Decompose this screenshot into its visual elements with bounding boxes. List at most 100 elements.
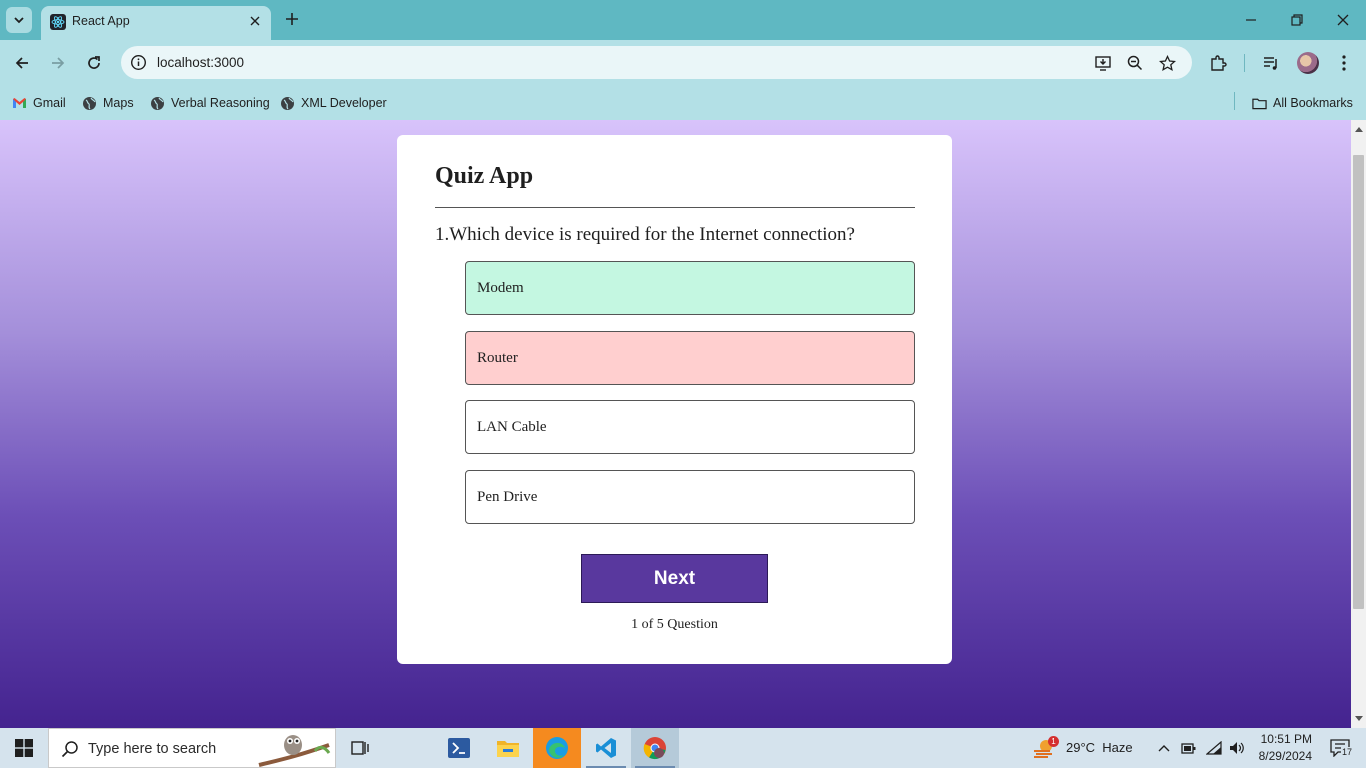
- globe-icon: [280, 96, 295, 111]
- bookmarks-bar: Gmail Maps Verbal Reasoning XML Develope…: [0, 86, 1366, 120]
- battery-icon: [1181, 743, 1196, 754]
- close-icon: [1337, 14, 1349, 26]
- page-scrollbar[interactable]: [1351, 120, 1366, 728]
- reload-button[interactable]: [81, 50, 107, 76]
- title-divider: [435, 207, 915, 208]
- scrollbar-thumb[interactable]: [1353, 155, 1364, 609]
- forward-button[interactable]: [45, 50, 71, 76]
- task-view-icon: [351, 741, 369, 755]
- file-explorer-app[interactable]: [484, 728, 532, 768]
- battery-status[interactable]: [1178, 728, 1200, 768]
- media-control-button[interactable]: [1260, 52, 1282, 74]
- plus-icon: [286, 13, 298, 25]
- next-button[interactable]: Next: [581, 554, 768, 603]
- playlist-icon: [1264, 57, 1277, 70]
- powershell-icon: [448, 738, 470, 758]
- back-arrow-icon: [15, 57, 28, 69]
- option-modem[interactable]: Modem: [465, 261, 915, 315]
- close-window-button[interactable]: [1331, 8, 1355, 32]
- vscode-app[interactable]: [582, 728, 630, 768]
- bookmark-verbal-reasoning[interactable]: Verbal Reasoning: [150, 93, 270, 113]
- zoom-out-icon: [1127, 55, 1143, 71]
- notification-center-button[interactable]: 17: [1320, 728, 1360, 768]
- vscode-icon: [596, 738, 616, 758]
- quiz-title: Quiz App: [435, 163, 534, 189]
- volume-control[interactable]: [1226, 728, 1248, 768]
- new-tab-button[interactable]: [281, 8, 303, 30]
- chrome-app[interactable]: [631, 728, 679, 768]
- extensions-button[interactable]: [1207, 52, 1229, 74]
- close-icon: [250, 16, 260, 26]
- option-pen-drive[interactable]: Pen Drive: [465, 470, 915, 524]
- taskbar-clock[interactable]: 10:51 PM 8/29/2024: [1250, 731, 1312, 765]
- option-label: Modem: [477, 279, 524, 296]
- question-progress: 1 of 5 Question: [631, 617, 718, 632]
- network-status[interactable]: [1203, 728, 1225, 768]
- weather-text[interactable]: 29°C Haze: [1066, 740, 1133, 755]
- puzzle-icon: [1211, 55, 1227, 71]
- tab-title: React App: [72, 14, 130, 28]
- tab-close-button[interactable]: [247, 13, 263, 29]
- option-label: LAN Cable: [477, 418, 547, 435]
- browser-tab[interactable]: React App: [41, 6, 271, 40]
- page-viewport: Quiz App 1.Which device is required for …: [0, 120, 1351, 728]
- powershell-app[interactable]: [435, 728, 483, 768]
- speaker-icon: [1230, 742, 1244, 754]
- scroll-up-arrow-icon[interactable]: [1354, 124, 1363, 133]
- bookmark-gmail[interactable]: Gmail: [12, 93, 66, 113]
- question-text: 1.Which device is required for the Inter…: [435, 224, 855, 245]
- bookmark-xml-developer[interactable]: XML Developer: [280, 93, 387, 113]
- windows-logo-icon: [15, 739, 33, 757]
- globe-icon: [82, 96, 97, 111]
- all-bookmarks-label: All Bookmarks: [1273, 96, 1353, 110]
- gmail-icon: [12, 96, 27, 111]
- tab-strip: React App: [0, 0, 1366, 40]
- tab-search-button[interactable]: [6, 7, 32, 33]
- weather-widget[interactable]: 1: [1024, 728, 1064, 768]
- search-placeholder: Type here to search: [88, 741, 217, 757]
- back-button[interactable]: [9, 50, 35, 76]
- edge-icon: [546, 737, 568, 759]
- browser-menu-button[interactable]: [1333, 52, 1355, 74]
- chrome-icon: [643, 737, 666, 760]
- search-highlight-illustration: [258, 735, 331, 767]
- site-info-icon[interactable]: [130, 54, 147, 71]
- reload-icon: [88, 56, 100, 69]
- taskbar-search[interactable]: Type here to search: [48, 728, 336, 768]
- bookmark-maps[interactable]: Maps: [82, 93, 134, 113]
- profile-avatar[interactable]: [1297, 52, 1319, 74]
- weather-alert-badge: 1: [1048, 736, 1059, 747]
- start-button[interactable]: [0, 728, 48, 768]
- clock-time: 10:51 PM: [1260, 732, 1312, 746]
- task-view-button[interactable]: [336, 728, 384, 768]
- react-icon: [50, 14, 66, 30]
- all-bookmarks-button[interactable]: All Bookmarks: [1252, 93, 1353, 113]
- install-icon: [1095, 56, 1111, 71]
- chevron-up-icon: [1158, 745, 1170, 752]
- notification-count: 17: [1341, 747, 1354, 757]
- restore-icon: [1291, 14, 1303, 26]
- bookmark-star-button[interactable]: [1157, 53, 1177, 73]
- bookmark-label: Gmail: [33, 96, 66, 110]
- forward-arrow-icon: [52, 57, 65, 69]
- bookmarks-divider: [1234, 92, 1235, 110]
- globe-icon: [150, 96, 165, 111]
- address-bar[interactable]: localhost:3000: [121, 46, 1192, 79]
- chevron-down-icon: [14, 17, 24, 24]
- option-lan-cable[interactable]: LAN Cable: [465, 400, 915, 454]
- restore-button[interactable]: [1285, 8, 1309, 32]
- install-app-button[interactable]: [1093, 53, 1113, 73]
- scroll-down-arrow-icon[interactable]: [1354, 714, 1363, 723]
- show-hidden-icons-button[interactable]: [1154, 728, 1174, 768]
- kebab-menu-icon: [1342, 55, 1346, 71]
- bookmark-label: Verbal Reasoning: [171, 96, 270, 110]
- zoom-button[interactable]: [1125, 53, 1145, 73]
- minimize-button[interactable]: [1239, 8, 1263, 32]
- url-text[interactable]: localhost:3000: [157, 55, 244, 70]
- star-icon: [1158, 54, 1176, 71]
- folder-icon: [1252, 96, 1267, 111]
- edge-app[interactable]: [533, 728, 581, 768]
- folder-icon: [497, 741, 519, 757]
- option-router[interactable]: Router: [465, 331, 915, 385]
- windows-taskbar: Type here to search 1 29°C Haze 10:51 PM…: [0, 728, 1366, 768]
